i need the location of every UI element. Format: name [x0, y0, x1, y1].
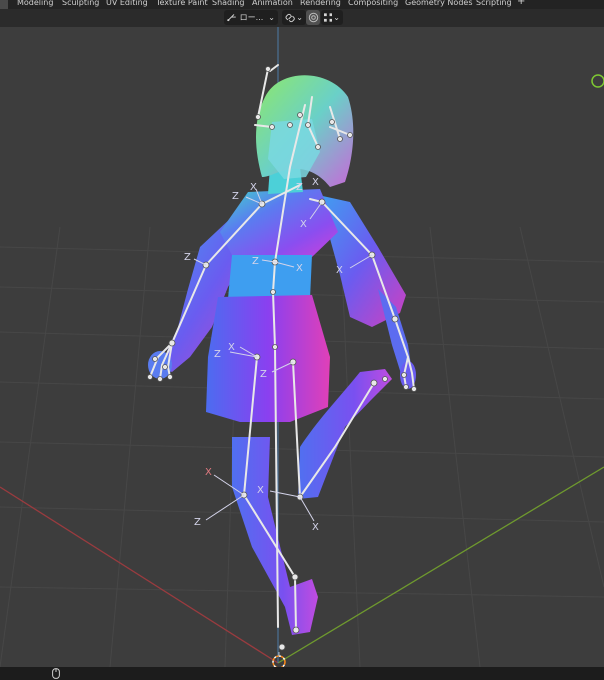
y-axis-line	[277, 466, 604, 664]
tab-sculpting[interactable]: Sculpting	[62, 0, 99, 9]
bone-axis-label: X	[336, 265, 343, 276]
grid-dots-icon	[324, 13, 333, 22]
bone-axis-label: Z	[252, 256, 259, 267]
tab-texture-paint[interactable]: Texture Paint	[156, 0, 208, 9]
bone-axis-label: X	[228, 342, 235, 353]
transform-orientation-dropdown[interactable]: ロー... ⌄	[224, 10, 278, 25]
proportional-edit-toggle[interactable]	[306, 10, 320, 25]
chevron-down-icon: ⌄	[333, 12, 340, 22]
snap-toggle-button[interactable]: ⌄	[282, 10, 306, 25]
orientation-icon	[227, 14, 236, 22]
falloff-dropdown[interactable]: ⌄	[321, 10, 343, 25]
tab-geometry-nodes[interactable]: Geometry Nodes	[405, 0, 472, 9]
chevron-down-icon: ⌄	[268, 12, 275, 22]
proportional-edit-icon	[308, 12, 318, 23]
tab-uv-editing[interactable]: UV Editing	[106, 0, 148, 9]
bone-axis-label: Z	[184, 252, 191, 263]
bone-axis-label: X	[296, 263, 303, 274]
workspace-tab-bar: Modeling Sculpting UV Editing Texture Pa…	[0, 0, 604, 9]
chevron-down-icon: ⌄	[296, 12, 303, 22]
status-bar	[0, 667, 604, 680]
navigation-gizmo-y-icon[interactable]	[591, 74, 604, 88]
chain-link-icon	[285, 13, 295, 22]
bone-axis-label: Z	[296, 182, 303, 193]
tab-modeling[interactable]: Modeling	[17, 0, 53, 9]
character-mesh[interactable]	[148, 75, 416, 635]
bone-axis-label: X	[312, 177, 319, 188]
tab-animation[interactable]: Animation	[252, 0, 293, 9]
orientation-value: ロー...	[239, 13, 264, 22]
add-workspace-button[interactable]: +	[517, 0, 525, 8]
bone-axis-label: Z	[260, 369, 267, 380]
bone-axis-label: X	[205, 467, 212, 478]
bone-axis-label: X	[257, 485, 264, 496]
bone-axis-label: X	[312, 522, 319, 533]
bone-axis-label: Z	[194, 517, 201, 528]
viewport-header: ロー... ⌄ ⌄ ⌄	[0, 9, 604, 27]
viewport-scene: Z X Z X Z X Z X X Z Z X Z X X X	[0, 27, 604, 667]
bone-axis-label: Z	[214, 349, 221, 360]
x-axis-line	[0, 486, 279, 664]
bone-axis-label: X	[300, 219, 307, 230]
3d-viewport[interactable]: Z X Z X Z X Z X X Z Z X Z X X X	[0, 27, 604, 667]
editor-type-corner[interactable]	[0, 0, 8, 9]
bone-axis-label: Z	[232, 191, 239, 202]
tab-scripting[interactable]: Scripting	[476, 0, 512, 9]
tab-rendering[interactable]: Rendering	[300, 0, 341, 9]
mouse-icon	[52, 668, 60, 679]
tab-compositing[interactable]: Compositing	[348, 0, 398, 9]
bone-axis-label: X	[250, 182, 257, 193]
tab-shading[interactable]: Shading	[212, 0, 245, 9]
